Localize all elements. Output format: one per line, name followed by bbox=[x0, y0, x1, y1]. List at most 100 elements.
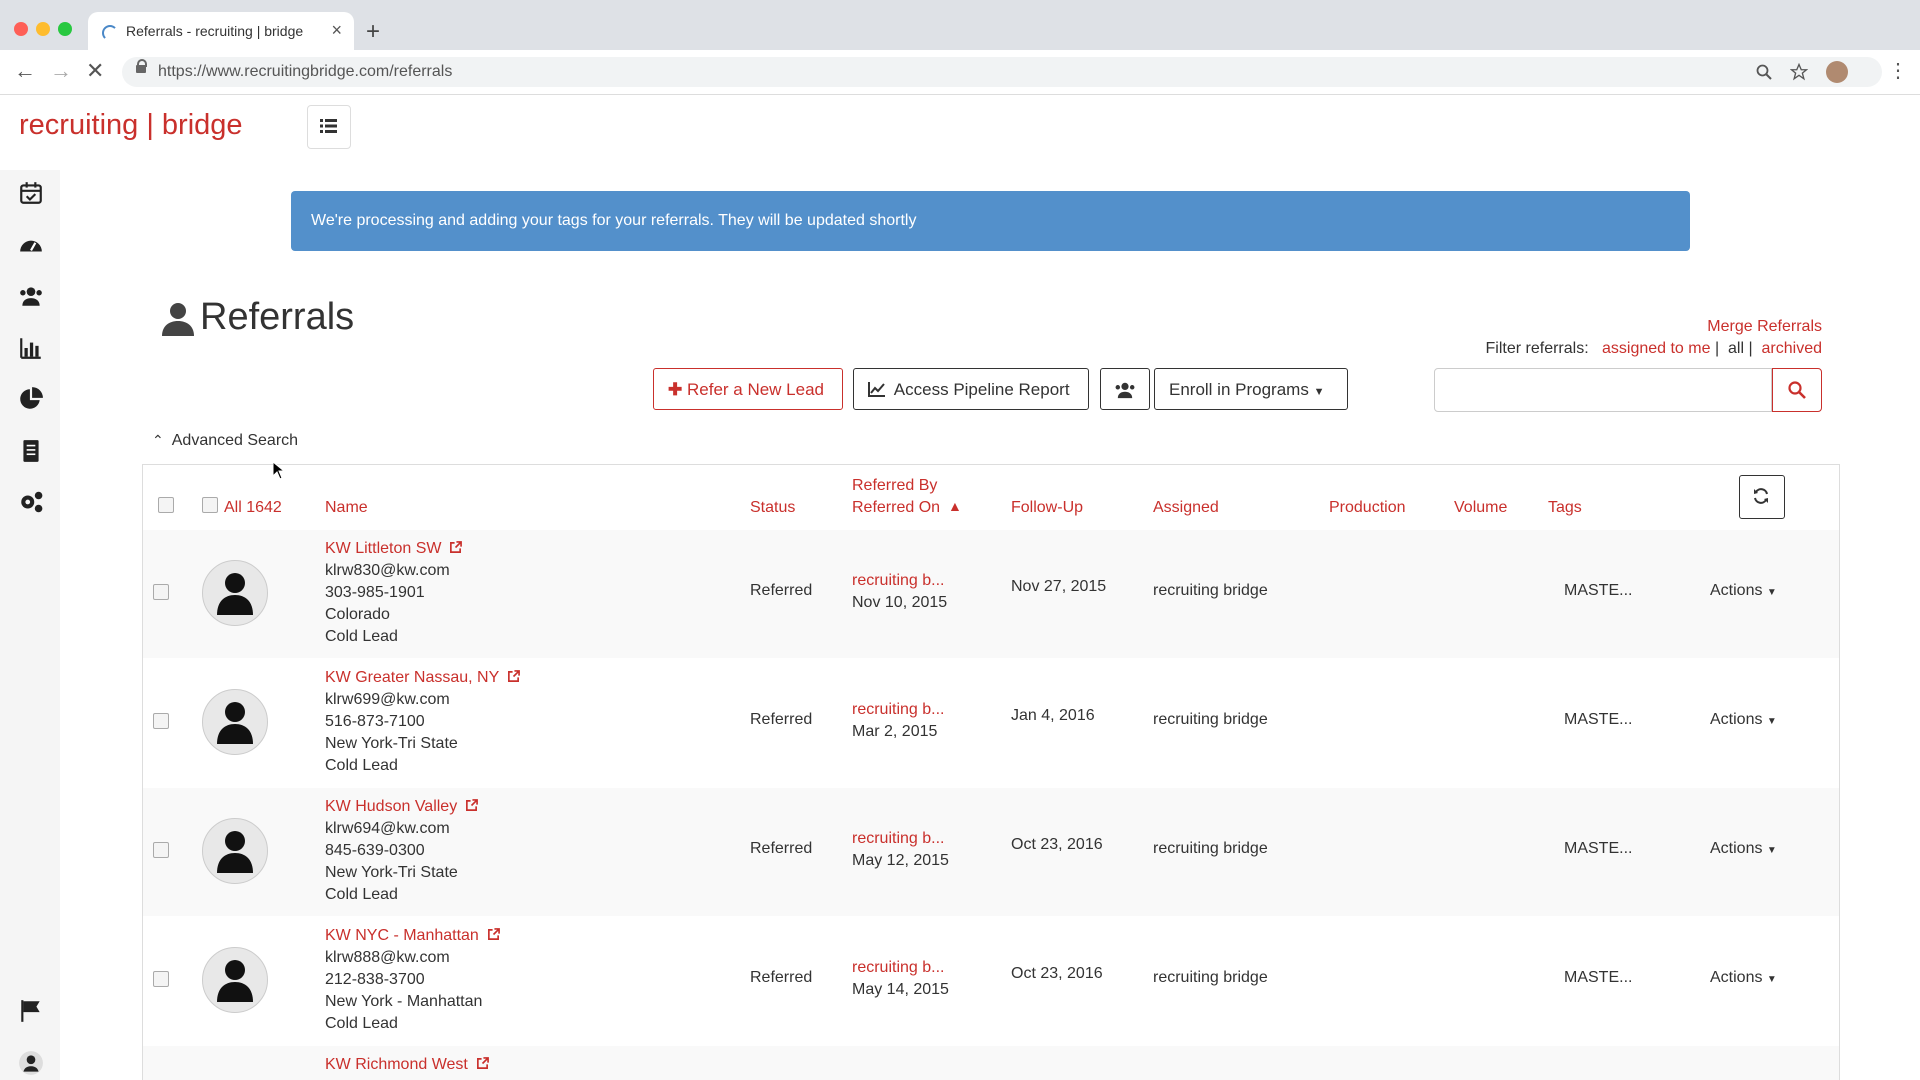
alert-message: We're processing and adding your tags fo… bbox=[311, 212, 917, 229]
avatar bbox=[202, 818, 268, 884]
close-window-button[interactable] bbox=[14, 22, 28, 36]
referred-on: May 12, 2015 bbox=[852, 852, 949, 869]
enroll-in-programs-dropdown[interactable]: Enroll in Programs ▼ bbox=[1154, 368, 1348, 410]
page-title: Referrals bbox=[200, 296, 355, 338]
users-group-icon bbox=[1115, 382, 1135, 399]
refer-new-lead-label: Refer a New Lead bbox=[686, 380, 825, 399]
row-checkbox[interactable] bbox=[153, 584, 169, 600]
row-checkbox[interactable] bbox=[153, 971, 169, 987]
referred-by-link[interactable]: recruiting b... bbox=[852, 701, 944, 719]
bar-chart-icon[interactable] bbox=[18, 335, 44, 361]
line-chart-icon bbox=[868, 382, 885, 397]
header-tags[interactable]: Tags bbox=[1548, 499, 1582, 517]
external-link-icon[interactable] bbox=[487, 928, 500, 941]
refresh-button[interactable] bbox=[1739, 475, 1785, 519]
minimize-window-button[interactable] bbox=[36, 22, 50, 36]
filter-label: Filter referrals: bbox=[1485, 340, 1589, 357]
url-text: https://www.recruitingbridge.com/referra… bbox=[158, 63, 453, 80]
actions-dropdown[interactable]: Actions ▼ bbox=[1710, 582, 1777, 600]
header-status[interactable]: Status bbox=[750, 499, 795, 517]
browser-tab[interactable]: Referrals - recruiting | bridge × bbox=[88, 12, 354, 52]
follow-up-date: Oct 23, 2016 bbox=[1011, 965, 1103, 982]
flag-icon[interactable] bbox=[18, 998, 44, 1024]
access-pipeline-report-button[interactable]: Access Pipeline Report bbox=[853, 368, 1089, 410]
address-bar[interactable]: https://www.recruitingbridge.com/referra… bbox=[122, 57, 1882, 87]
caret-down-icon: ▼ bbox=[1766, 845, 1777, 856]
settings-gears-icon[interactable] bbox=[18, 489, 44, 515]
referred-on: Nov 10, 2015 bbox=[852, 594, 948, 611]
person-icon bbox=[217, 702, 253, 744]
follow-up-date: Oct 23, 2016 bbox=[1011, 836, 1103, 853]
merge-referrals-link[interactable]: Merge Referrals bbox=[1707, 318, 1822, 336]
search-button[interactable] bbox=[1772, 368, 1822, 412]
browser-menu-icon[interactable]: ⋮ bbox=[1888, 58, 1908, 83]
loading-spinner-icon bbox=[102, 25, 118, 41]
referral-name-link[interactable]: KW Greater Nassau, NY bbox=[325, 669, 521, 687]
person-icon bbox=[217, 831, 253, 873]
tab-close-icon[interactable]: × bbox=[331, 20, 342, 41]
filter-all[interactable]: all bbox=[1728, 340, 1744, 357]
table-row: KW NYC - Manhattan klrw888@kw.com 212-83… bbox=[143, 917, 1839, 1045]
select-all-checkbox[interactable] bbox=[158, 497, 174, 513]
zoom-icon[interactable] bbox=[1756, 64, 1772, 80]
calendar-icon[interactable] bbox=[18, 180, 44, 206]
list-menu-button[interactable] bbox=[307, 105, 351, 149]
referred-by-link[interactable]: recruiting b... bbox=[852, 959, 944, 977]
header-production[interactable]: Production bbox=[1329, 499, 1406, 517]
all-count-label[interactable]: All 1642 bbox=[224, 499, 282, 517]
header-follow-up[interactable]: Follow-Up bbox=[1011, 499, 1083, 517]
search-input[interactable] bbox=[1434, 368, 1772, 412]
stop-loading-icon[interactable]: ✕ bbox=[86, 58, 104, 84]
profile-avatar[interactable] bbox=[1826, 61, 1848, 83]
list-icon bbox=[320, 119, 337, 133]
star-bookmark-icon[interactable] bbox=[1790, 63, 1808, 81]
referral-name-link[interactable]: KW Richmond West bbox=[325, 1056, 489, 1074]
maximize-window-button[interactable] bbox=[58, 22, 72, 36]
referred-on: May 14, 2015 bbox=[852, 981, 949, 998]
sort-asc-icon: ▲ bbox=[948, 498, 962, 514]
follow-up-date: Nov 27, 2015 bbox=[1011, 578, 1107, 595]
group-users-button[interactable] bbox=[1100, 368, 1150, 410]
users-icon[interactable] bbox=[18, 283, 44, 309]
header-volume[interactable]: Volume bbox=[1454, 499, 1507, 517]
advanced-search-toggle[interactable]: ⌃ Advanced Search bbox=[152, 432, 298, 450]
header-referred-on[interactable]: Referred On bbox=[852, 499, 940, 517]
filter-assigned-to-me[interactable]: assigned to me bbox=[1602, 340, 1711, 357]
pie-chart-icon[interactable] bbox=[18, 386, 44, 412]
caret-down-icon: ▼ bbox=[1313, 386, 1325, 398]
header-name[interactable]: Name bbox=[325, 499, 368, 517]
caret-down-icon: ▼ bbox=[1766, 974, 1777, 985]
row-checkbox[interactable] bbox=[153, 713, 169, 729]
header-referred-by[interactable]: Referred By bbox=[852, 477, 937, 495]
external-link-icon[interactable] bbox=[507, 670, 521, 683]
back-arrow-icon[interactable]: ← bbox=[14, 58, 36, 84]
external-link-icon[interactable] bbox=[476, 1057, 489, 1070]
select-all-count-checkbox[interactable] bbox=[202, 497, 218, 513]
new-tab-icon[interactable]: + bbox=[366, 18, 380, 46]
refer-new-lead-button[interactable]: ✚ Refer a New Lead bbox=[653, 368, 843, 410]
referred-by-link[interactable]: recruiting b... bbox=[852, 572, 944, 590]
dashboard-icon[interactable] bbox=[18, 232, 44, 258]
advanced-search-label: Advanced Search bbox=[171, 432, 299, 449]
app-logo[interactable]: recruiting | bridge bbox=[19, 109, 243, 142]
external-link-icon[interactable] bbox=[465, 799, 479, 812]
user-profile-icon[interactable] bbox=[18, 1050, 44, 1076]
referral-name-link[interactable]: KW Hudson Valley bbox=[325, 798, 479, 816]
external-link-icon[interactable] bbox=[449, 541, 463, 554]
document-icon[interactable] bbox=[18, 438, 44, 464]
actions-dropdown[interactable]: Actions ▼ bbox=[1710, 840, 1777, 858]
referred-by-link[interactable]: recruiting b... bbox=[852, 830, 944, 848]
filter-archived[interactable]: archived bbox=[1762, 340, 1822, 357]
row-checkbox[interactable] bbox=[153, 842, 169, 858]
header-assigned[interactable]: Assigned bbox=[1153, 499, 1219, 517]
referral-name-link[interactable]: KW Littleton SW bbox=[325, 540, 463, 558]
actions-dropdown[interactable]: Actions ▼ bbox=[1710, 969, 1777, 987]
person-icon bbox=[162, 303, 194, 336]
person-icon bbox=[217, 960, 253, 1002]
referral-name-link[interactable]: KW NYC - Manhattan bbox=[325, 927, 500, 945]
actions-dropdown[interactable]: Actions ▼ bbox=[1710, 711, 1777, 729]
browser-toolbar: ← → ✕ https://www.recruitingbridge.com/r… bbox=[0, 50, 1920, 95]
referral-status: Referred bbox=[750, 840, 813, 857]
forward-arrow-icon[interactable]: → bbox=[50, 58, 72, 84]
avatar bbox=[202, 947, 268, 1013]
